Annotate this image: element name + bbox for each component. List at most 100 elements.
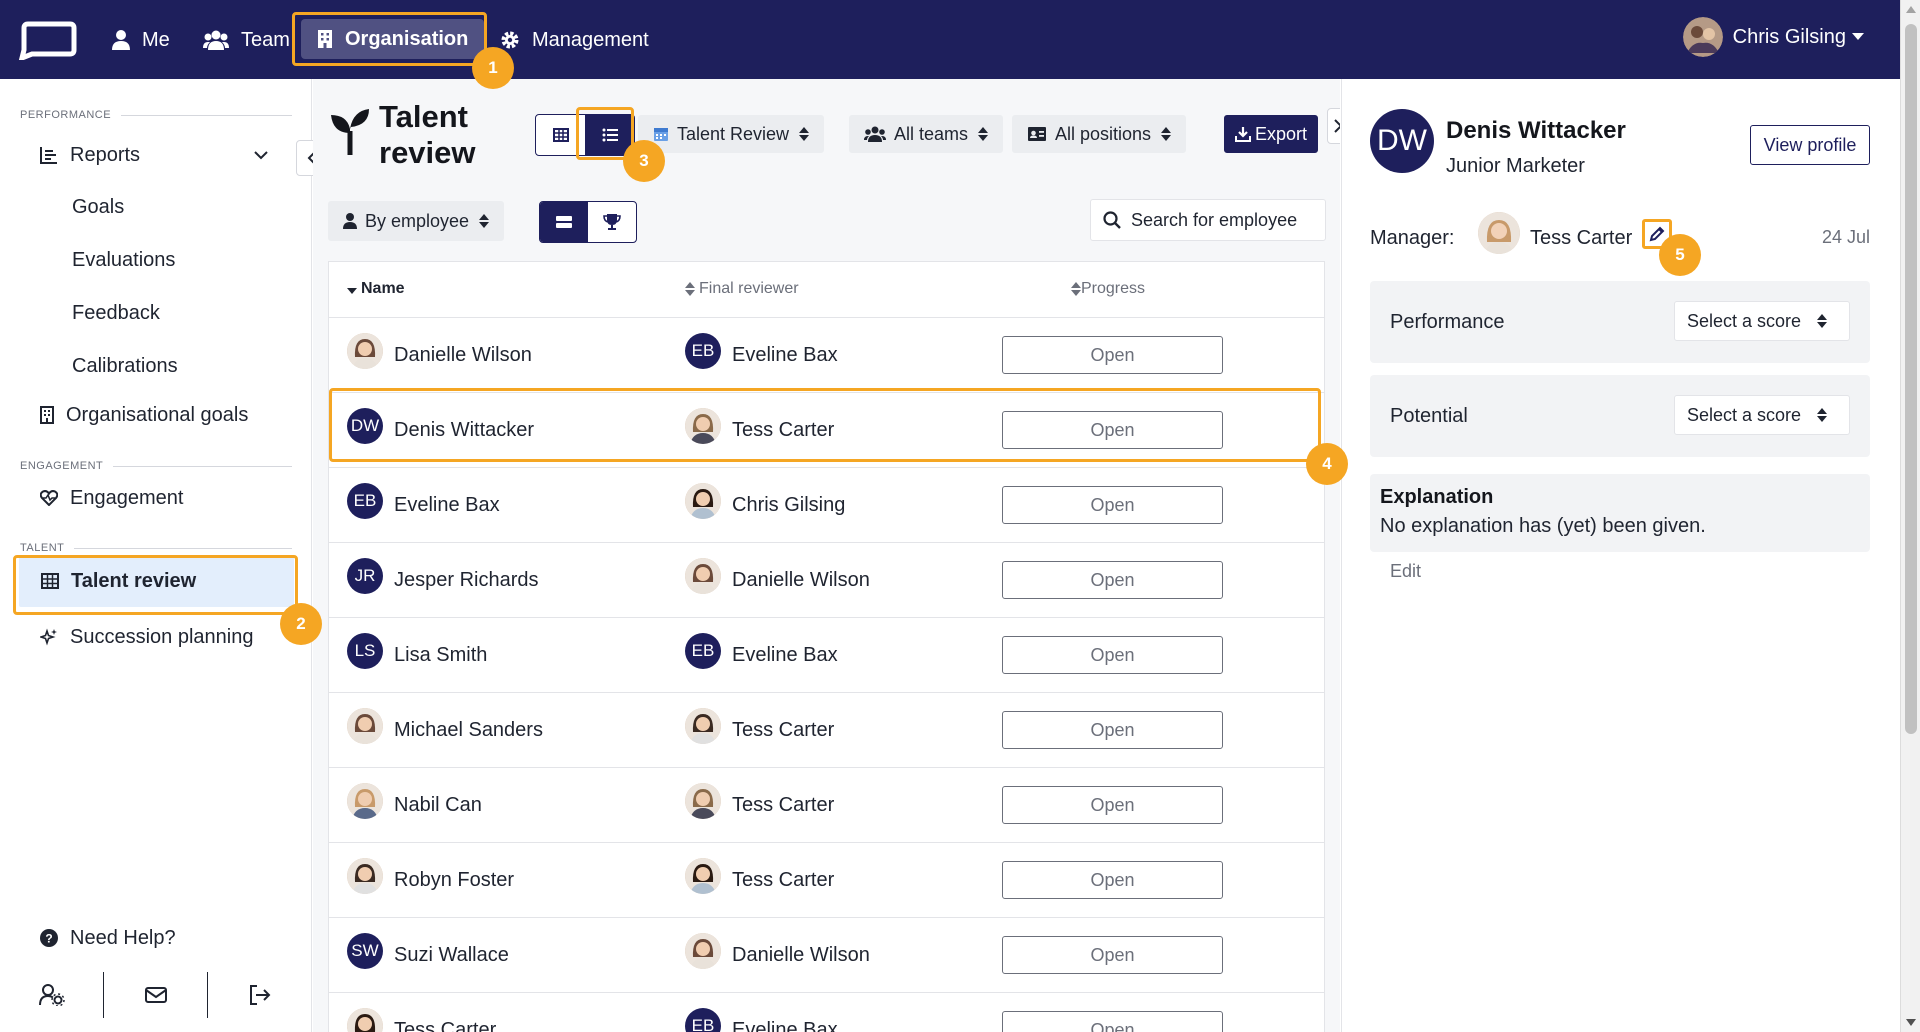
column-name[interactable]: Name <box>347 280 405 298</box>
group-by-label: By employee <box>365 210 470 231</box>
avatar-photo-icon <box>685 708 721 744</box>
page-scrollbar[interactable] <box>1900 0 1920 1032</box>
table-grid-icon <box>41 573 59 589</box>
sidebar-item-help-label: Need Help? <box>70 926 176 949</box>
sidebar-item-calibrations[interactable]: Calibrations <box>72 355 178 378</box>
employee-name[interactable]: Lisa Smith <box>394 644 487 667</box>
logout-button[interactable] <box>208 972 311 1018</box>
employee-name[interactable]: Michael Sanders <box>394 719 543 742</box>
open-review-button[interactable]: Open <box>1002 336 1223 374</box>
column-progress[interactable]: Progress <box>1071 280 1145 298</box>
scroll-up-arrow[interactable] <box>1906 6 1916 13</box>
employee-avatar: LS <box>347 633 383 669</box>
search-input[interactable] <box>1131 209 1321 231</box>
open-review-button[interactable]: Open <box>1002 561 1223 599</box>
open-review-button[interactable]: Open <box>1002 711 1223 749</box>
reviewer-name: Eveline Bax <box>732 1019 838 1032</box>
employee-name[interactable]: Suzi Wallace <box>394 944 509 967</box>
list-icon <box>602 128 618 142</box>
edit-explanation-link[interactable]: Edit <box>1390 561 1421 582</box>
user-settings-button[interactable] <box>0 972 104 1018</box>
open-review-button[interactable]: Open <box>1002 636 1223 674</box>
table-row[interactable]: Robyn Foster Tess Carter Open <box>329 843 1324 918</box>
sidebar-item-succession-planning[interactable]: Succession planning <box>40 615 280 659</box>
users-icon <box>864 126 886 142</box>
table-row[interactable]: DW Denis Wittacker Tess Carter Open <box>329 393 1324 468</box>
open-review-button[interactable]: Open <box>1002 486 1223 524</box>
export-button[interactable]: Export <box>1224 115 1319 153</box>
scroll-down-arrow[interactable] <box>1906 1019 1916 1026</box>
open-review-button[interactable]: Open <box>1002 861 1223 899</box>
rows-view-button[interactable] <box>540 202 588 242</box>
sidebar-item-talent-review[interactable]: Talent review <box>19 555 294 607</box>
cycle-filter[interactable]: Talent Review <box>638 115 825 153</box>
envelope-icon <box>144 987 167 1003</box>
avatar-photo-icon <box>347 858 383 894</box>
messages-button[interactable] <box>104 972 208 1018</box>
column-final-reviewer[interactable]: Final reviewer <box>685 280 799 298</box>
grid-view-button[interactable] <box>536 115 585 155</box>
chevron-down-icon[interactable] <box>254 150 268 160</box>
logout-icon <box>249 985 270 1005</box>
table-row[interactable]: Danielle Wilson EB Eveline Bax Open <box>329 318 1324 393</box>
sidebar-item-evaluations[interactable]: Evaluations <box>72 249 175 272</box>
open-review-button[interactable]: Open <box>1002 936 1223 974</box>
employee-name[interactable]: Danielle Wilson <box>394 344 532 367</box>
positions-filter[interactable]: All positions <box>1012 115 1187 153</box>
employee-name[interactable]: Robyn Foster <box>394 869 514 892</box>
expand-panel-button[interactable] <box>1327 108 1340 144</box>
employee-avatar <box>347 333 383 369</box>
users-icon <box>203 30 229 50</box>
avatar-photo-icon <box>685 483 721 519</box>
sidebar-item-help[interactable]: ? Need Help? <box>40 916 280 960</box>
sidebar-item-reports[interactable]: Reports <box>40 133 280 177</box>
employee-name[interactable]: Nabil Can <box>394 794 482 817</box>
teams-filter[interactable]: All teams <box>849 115 1004 153</box>
sidebar-item-organisational-goals[interactable]: Organisational goals <box>40 393 280 437</box>
table-row[interactable]: Nabil Can Tess Carter Open <box>329 768 1324 843</box>
column-progress-label: Progress <box>1081 280 1146 297</box>
nav-management[interactable]: Management <box>500 22 649 58</box>
potential-score-select[interactable]: Select a score <box>1674 395 1850 435</box>
help-icon: ? <box>40 929 58 947</box>
step-badge-5: 5 <box>1659 234 1701 276</box>
employee-name[interactable]: Jesper Richards <box>394 569 539 592</box>
view-profile-button[interactable]: View profile <box>1750 125 1870 165</box>
sidebar-item-goals[interactable]: Goals <box>72 196 124 219</box>
table-row[interactable]: EB Eveline Bax Chris Gilsing Open <box>329 468 1324 543</box>
table-row[interactable]: Tess Carter EB Eveline Bax Open <box>329 993 1324 1032</box>
user-menu[interactable]: Chris Gilsing <box>1682 17 1864 57</box>
open-review-button[interactable]: Open <box>1002 411 1223 449</box>
table-row[interactable]: Michael Sanders Tess Carter Open <box>329 693 1324 768</box>
sidebar-item-engagement[interactable]: Engagement <box>40 476 280 520</box>
employee-name[interactable]: Denis Wittacker <box>394 419 534 442</box>
trophy-view-button[interactable] <box>588 202 636 242</box>
sidebar-item-feedback[interactable]: Feedback <box>72 302 160 325</box>
avatar-photo-icon <box>347 708 383 744</box>
performance-score-box: Performance Select a score <box>1370 281 1870 363</box>
employee-search[interactable] <box>1090 199 1326 241</box>
building-icon <box>318 30 332 48</box>
nav-organisation[interactable]: Organisation <box>301 19 485 59</box>
table-row[interactable]: JR Jesper Richards Danielle Wilson Open <box>329 543 1324 618</box>
performance-score-select[interactable]: Select a score <box>1674 301 1850 341</box>
group-by-select[interactable]: By employee <box>328 201 505 241</box>
scroll-thumb[interactable] <box>1905 24 1917 734</box>
table-row[interactable]: SW Suzi Wallace Danielle Wilson Open <box>329 918 1324 993</box>
employee-name[interactable]: Tess Carter <box>394 1019 496 1032</box>
table-row[interactable]: LS Lisa Smith EB Eveline Bax Open <box>329 618 1324 693</box>
open-review-button[interactable]: Open <box>1002 1011 1223 1032</box>
sidebar-item-talent-review-label: Talent review <box>71 569 197 592</box>
reviewer-avatar: EB <box>685 1008 721 1032</box>
employee-avatar <box>347 1008 383 1032</box>
step-badge-4: 4 <box>1306 443 1348 485</box>
employee-name[interactable]: Eveline Bax <box>394 494 500 517</box>
open-review-button[interactable]: Open <box>1002 786 1223 824</box>
cycle-filter-label: Talent Review <box>677 123 790 144</box>
app-logo[interactable] <box>18 20 78 60</box>
explanation-text: No explanation has (yet) been given. <box>1380 515 1706 537</box>
chevron-right-icon <box>1334 119 1340 133</box>
nav-team[interactable]: Team <box>203 22 290 58</box>
nav-me[interactable]: Me <box>112 22 170 58</box>
layout-view-toggle <box>535 114 635 156</box>
